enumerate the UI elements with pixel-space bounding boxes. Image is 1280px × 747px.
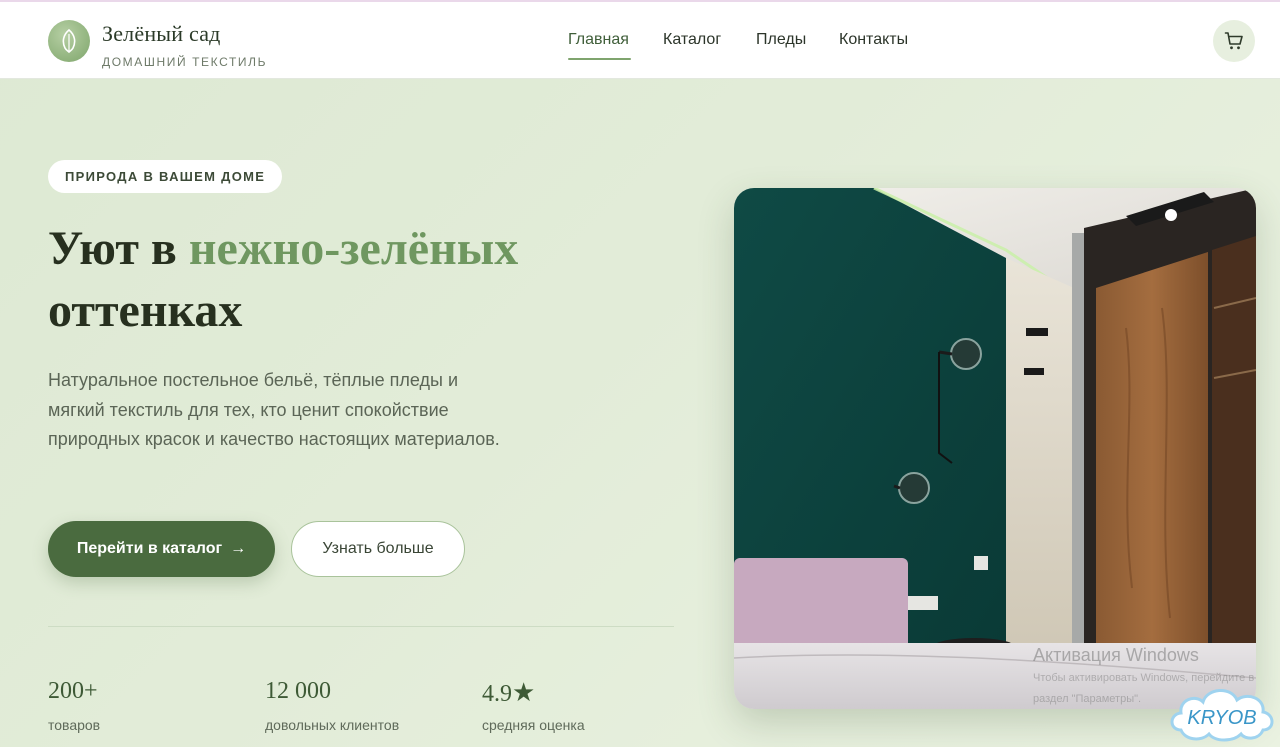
learn-more-button[interactable]: Узнать больше: [291, 521, 465, 577]
stat-clients-label: довольных клиентов: [265, 717, 400, 733]
stat-products-value: 200+: [48, 678, 98, 704]
kryob-watermark: KRYOB: [1167, 680, 1277, 744]
arrow-right-icon: →: [230, 540, 247, 557]
stats-divider: [48, 626, 674, 627]
hero-title-part1: Уют в: [48, 222, 189, 275]
hero-title-accent: нежно-зелёных: [188, 222, 519, 275]
brand-name[interactable]: Зелёный сад: [102, 21, 221, 47]
stat-rating-value: 4.9★: [482, 678, 535, 708]
windows-activation-title: Активация Windows: [1033, 645, 1199, 665]
go-to-catalog-label: Перейти в каталог: [76, 540, 223, 557]
watermark-text: KRYOB: [1187, 707, 1256, 729]
star-icon: ★: [512, 678, 536, 707]
nav-active-underline: [568, 58, 631, 60]
logo-icon[interactable]: [48, 20, 90, 62]
bedroom-interior-illustration: [734, 188, 1256, 709]
stat-rating-label: средняя оценка: [482, 717, 585, 733]
stat-rating-number: 4.9: [482, 681, 512, 707]
cart-icon: [1224, 32, 1243, 50]
go-to-catalog-button[interactable]: Перейти в каталог →: [48, 521, 275, 577]
nav-item-plaids[interactable]: Пледы: [756, 31, 806, 49]
stat-products-label: товаров: [48, 717, 101, 733]
nav-item-home[interactable]: Главная: [568, 31, 631, 60]
brand-subtitle: ДОМАШНИЙ ТЕКСТИЛЬ: [102, 55, 268, 69]
leaf-icon: [62, 29, 76, 53]
hero-badge: ПРИРОДА В ВАШЕМ ДОМЕ: [48, 160, 283, 193]
cloud-watermark-icon: KRYOB: [1170, 689, 1274, 742]
nav-item-label: Главная: [568, 31, 629, 48]
nav-item-catalog[interactable]: Каталог: [663, 31, 721, 49]
site-header: Зелёный сад ДОМАШНИЙ ТЕКСТИЛЬ Главная Ка…: [0, 0, 1280, 79]
hero-title: Уют в нежно-зелёных оттенках: [48, 218, 688, 342]
hero-description: Натуральное постельное бельё, тёплые пле…: [48, 370, 500, 449]
stat-clients-value: 12 000: [265, 678, 331, 704]
nav-item-contacts[interactable]: Контакты: [839, 31, 908, 49]
hero-title-part2: оттенках: [48, 284, 243, 337]
hero-image: [734, 188, 1256, 709]
cart-button[interactable]: [1213, 20, 1255, 62]
